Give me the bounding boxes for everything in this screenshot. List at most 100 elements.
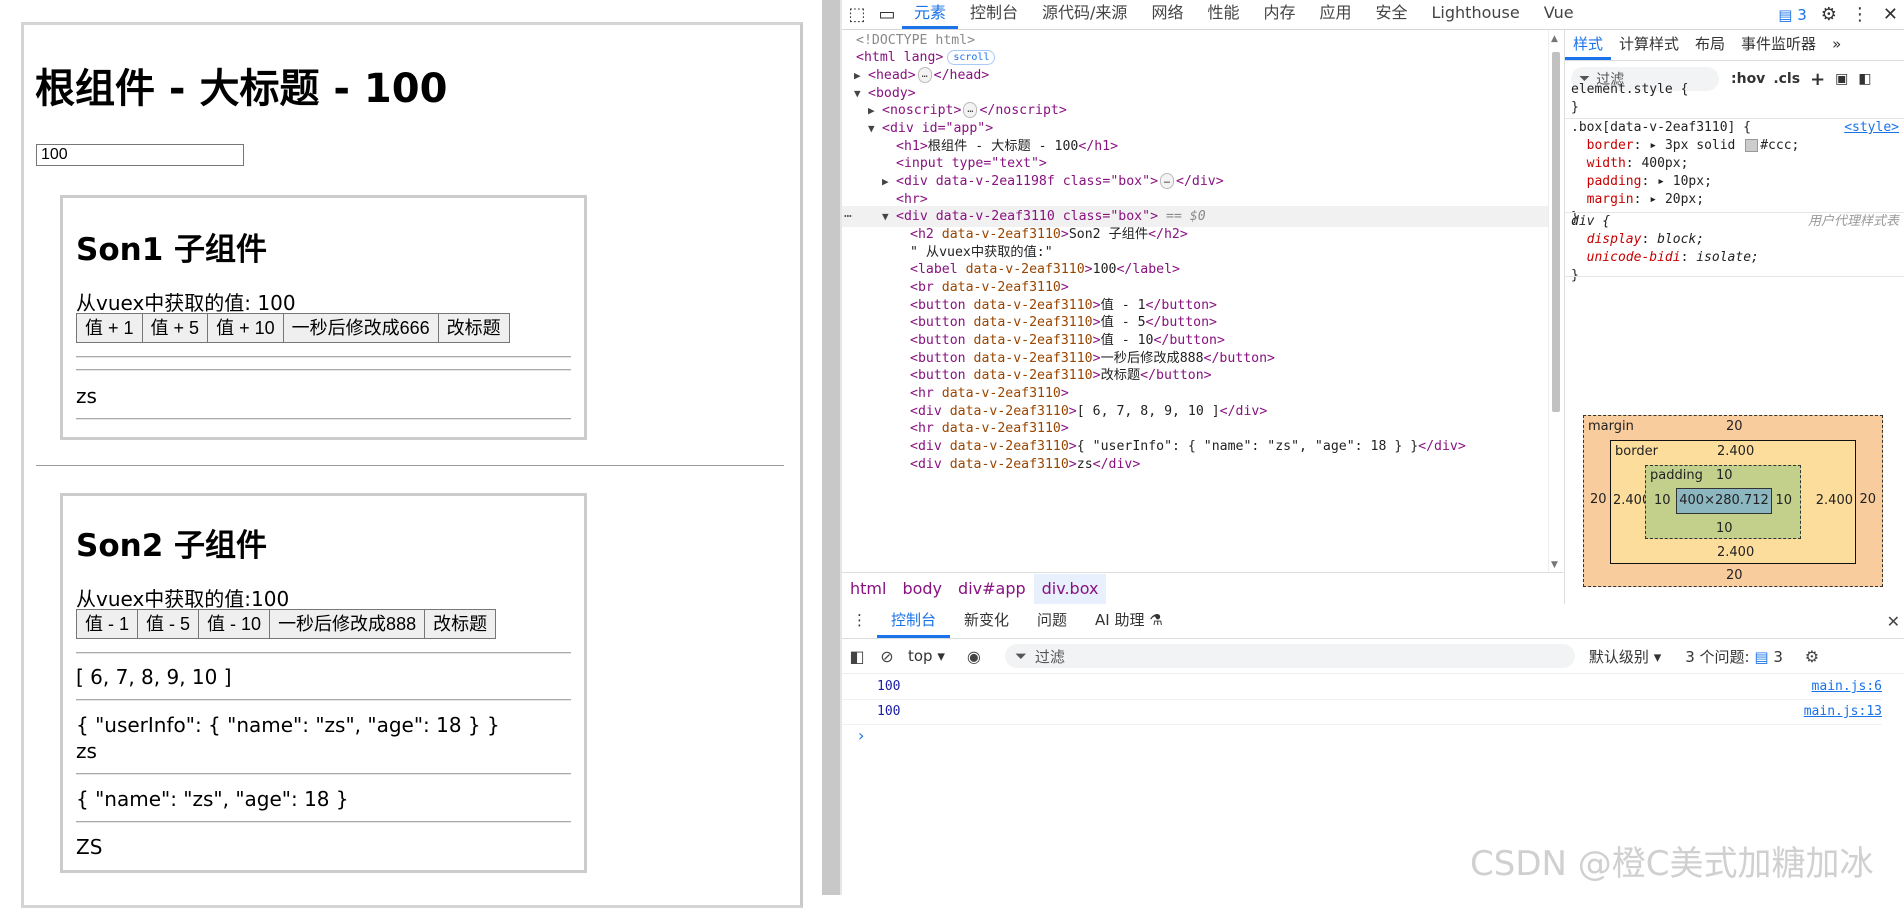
- ellipsis-icon[interactable]: …: [963, 102, 978, 118]
- margin-right[interactable]: 20: [1859, 492, 1876, 507]
- border-color-value[interactable]: #ccc;: [1760, 138, 1799, 153]
- tab-event-listeners[interactable]: 事件监听器: [1733, 30, 1824, 60]
- drawer-tab-console[interactable]: 控制台: [877, 605, 951, 638]
- box-model-padding[interactable]: padding 10 10 10 10 400×280.712: [1645, 465, 1801, 539]
- tab-network[interactable]: 网络: [1139, 0, 1195, 29]
- console-settings-gear-icon[interactable]: ⚙: [1797, 647, 1827, 666]
- device-toolbar-icon[interactable]: ▭: [872, 0, 902, 29]
- son2-sub-1-button[interactable]: 值 - 1: [76, 609, 139, 639]
- margin-left[interactable]: 20: [1590, 492, 1607, 507]
- padding-value[interactable]: 10px;: [1673, 174, 1712, 189]
- clear-console-icon[interactable]: ⊘: [872, 647, 902, 666]
- drawer-menu-icon[interactable]: ⋮: [842, 605, 877, 638]
- son2-userinfo-text: { "userInfo": { "name": "zs", "age": 18 …: [76, 713, 500, 737]
- inspect-element-icon[interactable]: ⬚: [842, 0, 872, 29]
- root-input[interactable]: [36, 144, 244, 166]
- son1-add-1-button[interactable]: 值 + 1: [76, 313, 143, 343]
- padding-top[interactable]: 10: [1716, 468, 1733, 483]
- issues-badge[interactable]: ▤ 3: [1778, 6, 1807, 24]
- expand-arrow-icon[interactable]: ▶: [882, 171, 896, 192]
- expand-arrow-icon[interactable]: ▸: [1657, 174, 1665, 189]
- console-prompt-icon[interactable]: ›: [858, 726, 864, 745]
- console-log-source-link[interactable]: main.js:6: [1812, 675, 1882, 699]
- box-model-border[interactable]: border 2.400 2.400 2.400 2.400 padding 1…: [1610, 440, 1856, 564]
- elements-scrollbar[interactable]: ▲ ▼: [1548, 30, 1563, 572]
- son1-delay-666-button[interactable]: 一秒后修改成666: [282, 313, 439, 343]
- scroll-thumb[interactable]: [1552, 52, 1560, 412]
- margin-top[interactable]: 20: [1726, 419, 1743, 434]
- console-log-source-link[interactable]: main.js:13: [1804, 700, 1882, 724]
- tab-sources[interactable]: 源代码/来源: [1030, 0, 1139, 29]
- margin-bottom[interactable]: 20: [1726, 568, 1743, 583]
- son2-delay-888-button[interactable]: 一秒后修改成888: [269, 609, 426, 639]
- expand-arrow-icon[interactable]: ▸: [1649, 192, 1657, 207]
- tab-styles[interactable]: 样式: [1565, 30, 1612, 60]
- son1-add-5-button[interactable]: 值 + 5: [141, 313, 209, 343]
- box-model-margin[interactable]: margin 20 20 20 20 border 2.400 2.400 2.…: [1583, 415, 1883, 587]
- console-filter-input[interactable]: ⏷ 过滤: [1004, 644, 1575, 668]
- tab-application[interactable]: 应用: [1307, 0, 1363, 29]
- expand-arrow-icon[interactable]: ▸: [1649, 138, 1657, 153]
- more-icon[interactable]: ⋯: [844, 206, 852, 227]
- width-value[interactable]: 400px;: [1641, 156, 1688, 171]
- border-top[interactable]: 2.400: [1717, 444, 1754, 459]
- box-model-content[interactable]: 400×280.712: [1676, 488, 1772, 514]
- scroll-up-icon[interactable]: ▲: [1551, 34, 1558, 44]
- breadcrumb-body[interactable]: body: [894, 574, 950, 604]
- close-icon[interactable]: ✕: [1883, 4, 1898, 25]
- tab-console[interactable]: 控制台: [958, 0, 1030, 29]
- div-node[interactable]: <div data-v-2eaf3110>zs</div>: [910, 454, 1140, 475]
- label-open-tag: <label data-v-2eaf3110>: [910, 262, 1093, 277]
- breadcrumb-div-app[interactable]: div#app: [950, 574, 1034, 604]
- more-options-icon[interactable]: ⋮: [1851, 4, 1869, 25]
- close-drawer-icon[interactable]: ✕: [1887, 612, 1900, 631]
- son2-upper-text: ZS: [76, 835, 103, 859]
- tab-performance[interactable]: 性能: [1195, 0, 1251, 29]
- console-issues[interactable]: 3 个问题: ▤ 3: [1685, 646, 1783, 667]
- drawer-tab-ai-assistant[interactable]: AI 助理 ⚗: [1081, 605, 1177, 638]
- son2-sub-10-button[interactable]: 值 - 10: [198, 609, 271, 639]
- sidebar-toggle-icon[interactable]: ◧: [842, 647, 872, 666]
- scroll-down-icon[interactable]: ▼: [1551, 560, 1558, 570]
- page-scrollbar[interactable]: [822, 0, 840, 895]
- drawer-tab-changes[interactable]: 新变化: [950, 605, 1023, 638]
- tab-security[interactable]: 安全: [1364, 0, 1420, 29]
- scroll-pill[interactable]: scroll: [947, 49, 996, 65]
- drawer-tab-issues[interactable]: 问题: [1023, 605, 1081, 638]
- log-levels-dropdown[interactable]: 默认级别 ▾: [1589, 646, 1661, 667]
- border-bottom[interactable]: 2.400: [1717, 545, 1754, 560]
- unicode-bidi-value: isolate;: [1696, 250, 1759, 265]
- son2-sub-5-button[interactable]: 值 - 5: [137, 609, 200, 639]
- context-selector[interactable]: top ▾: [908, 647, 945, 665]
- padding-right[interactable]: 10: [1775, 493, 1792, 508]
- live-expression-eye-icon[interactable]: ◉: [959, 647, 989, 666]
- rule-source-link[interactable]: <style>: [1844, 119, 1899, 137]
- settings-gear-icon[interactable]: ⚙: [1821, 4, 1837, 25]
- border-value[interactable]: 3px solid: [1665, 138, 1735, 153]
- border-right[interactable]: 2.400: [1816, 493, 1853, 508]
- color-swatch[interactable]: [1745, 139, 1759, 152]
- margin-value[interactable]: 20px;: [1665, 192, 1704, 207]
- tab-layout[interactable]: 布局: [1687, 30, 1733, 60]
- h2-text: Son2 子组件: [1068, 227, 1149, 242]
- tab-lighthouse[interactable]: Lighthouse: [1420, 0, 1532, 29]
- breadcrumb-div-box[interactable]: div.box: [1033, 574, 1107, 604]
- collapse-arrow-icon[interactable]: ▼: [882, 206, 896, 227]
- son1-add-10-button[interactable]: 值 + 10: [207, 313, 284, 343]
- tab-computed[interactable]: 计算样式: [1611, 30, 1687, 60]
- ellipsis-icon[interactable]: …: [1160, 173, 1175, 189]
- ellipsis-icon[interactable]: …: [917, 67, 932, 83]
- chevron-double-right-icon[interactable]: »: [1824, 30, 1849, 60]
- padding-left[interactable]: 10: [1654, 493, 1671, 508]
- collapse-arrow-icon[interactable]: ▼: [854, 83, 868, 104]
- div-box2-tag: <div data-v-2eaf3110 class="box">: [896, 209, 1159, 224]
- padding-bottom[interactable]: 10: [1716, 521, 1733, 536]
- son1-change-title-button[interactable]: 改标题: [437, 313, 510, 343]
- div-box1-node[interactable]: ▶ <div data-v-2ea1198f class="box">… </div…: [882, 171, 1224, 192]
- collapse-arrow-icon[interactable]: ▼: [868, 118, 882, 139]
- son2-change-title-button[interactable]: 改标题: [424, 609, 497, 639]
- tab-memory[interactable]: 内存: [1251, 0, 1307, 29]
- tab-elements[interactable]: 元素: [902, 0, 959, 29]
- breadcrumb-html[interactable]: html: [842, 574, 894, 604]
- tab-vue[interactable]: Vue: [1532, 0, 1586, 29]
